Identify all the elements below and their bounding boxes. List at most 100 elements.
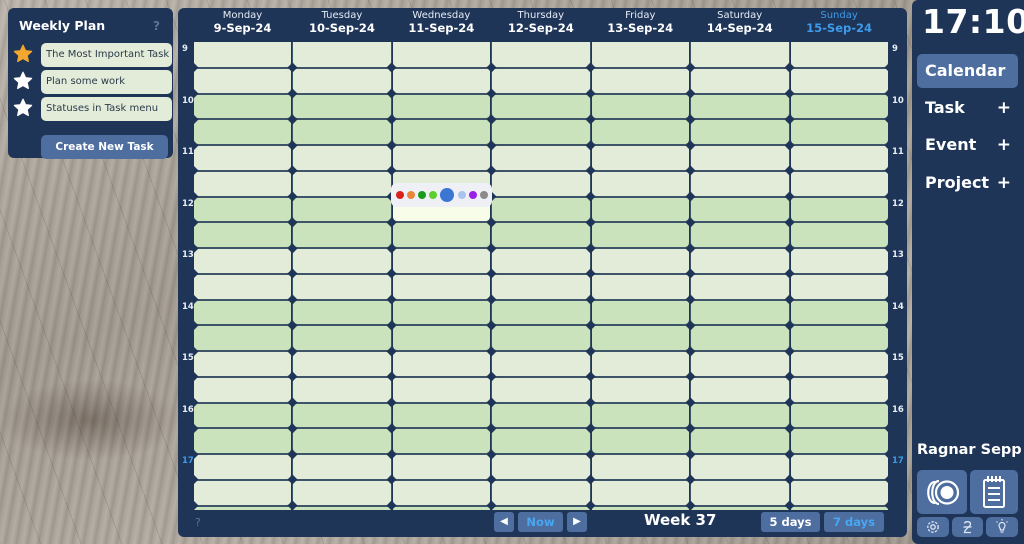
- star-icon[interactable]: [13, 98, 33, 118]
- time-slot[interactable]: [790, 197, 888, 222]
- time-slot[interactable]: [591, 223, 690, 247]
- time-slot[interactable]: [790, 480, 888, 505]
- time-slot[interactable]: [591, 146, 690, 170]
- time-slot[interactable]: [691, 146, 789, 170]
- add-event-plus-icon[interactable]: +: [997, 128, 1011, 162]
- time-slot[interactable]: [293, 455, 391, 479]
- time-slot[interactable]: [194, 480, 292, 505]
- coins-button[interactable]: [917, 470, 967, 514]
- time-slot[interactable]: [790, 94, 888, 119]
- view-5-days-button[interactable]: 5 days: [761, 512, 820, 532]
- time-slot[interactable]: [392, 120, 491, 144]
- time-slot[interactable]: [591, 480, 690, 505]
- time-slot[interactable]: [492, 197, 590, 222]
- menu-item-event[interactable]: Event +: [917, 128, 1018, 162]
- time-slot[interactable]: [790, 223, 888, 247]
- time-slot[interactable]: [194, 223, 292, 247]
- weekly-task-label[interactable]: Plan some work: [41, 70, 172, 94]
- time-slot[interactable]: [392, 506, 491, 510]
- time-slot[interactable]: [492, 480, 590, 505]
- time-slot[interactable]: [691, 429, 789, 453]
- time-slot[interactable]: [194, 249, 292, 273]
- time-slot[interactable]: [691, 506, 789, 510]
- time-slot[interactable]: [691, 300, 789, 325]
- day-header-friday[interactable]: Friday 13-Sep-24: [591, 10, 690, 35]
- view-7-days-button[interactable]: 7 days: [824, 512, 884, 532]
- time-slot[interactable]: [194, 171, 292, 196]
- time-slot[interactable]: [194, 377, 292, 402]
- day-header-tuesday[interactable]: Tuesday 10-Sep-24: [292, 10, 391, 35]
- time-slot[interactable]: [591, 352, 690, 376]
- time-slot[interactable]: [194, 429, 292, 453]
- time-slot[interactable]: [293, 146, 391, 170]
- time-slot[interactable]: [691, 94, 789, 119]
- time-slot[interactable]: [790, 146, 888, 170]
- weekly-task-label[interactable]: Statuses in Task menu: [41, 97, 172, 121]
- time-slot[interactable]: [392, 300, 491, 325]
- weekly-plan-help-button[interactable]: ?: [153, 19, 160, 33]
- time-slot[interactable]: [293, 352, 391, 376]
- time-slot[interactable]: [293, 480, 391, 505]
- weekly-task-item[interactable]: Plan some work: [13, 70, 172, 94]
- color-swatch[interactable]: [396, 191, 404, 199]
- time-slot[interactable]: [790, 326, 888, 350]
- time-slot[interactable]: [392, 94, 491, 119]
- time-slot[interactable]: [194, 94, 292, 119]
- time-slot[interactable]: [293, 300, 391, 325]
- weekly-task-item[interactable]: The Most Important Task: [13, 43, 172, 67]
- time-slot[interactable]: [492, 94, 590, 119]
- time-slot[interactable]: [591, 68, 690, 93]
- time-slot[interactable]: [591, 377, 690, 402]
- time-slot[interactable]: [293, 377, 391, 402]
- time-slot[interactable]: [392, 42, 491, 67]
- time-slot[interactable]: [591, 429, 690, 453]
- color-swatch[interactable]: [429, 191, 437, 199]
- time-slot[interactable]: [492, 326, 590, 350]
- time-slot[interactable]: [691, 68, 789, 93]
- previous-week-button[interactable]: ◀: [494, 512, 514, 532]
- time-slot[interactable]: [194, 68, 292, 93]
- add-task-plus-icon[interactable]: +: [997, 91, 1011, 125]
- time-slot[interactable]: [194, 300, 292, 325]
- time-slot[interactable]: [392, 68, 491, 93]
- time-slot[interactable]: [492, 42, 590, 67]
- time-slot[interactable]: [293, 171, 391, 196]
- time-slot[interactable]: [691, 120, 789, 144]
- notepad-button[interactable]: [970, 470, 1018, 514]
- time-slot[interactable]: [591, 506, 690, 510]
- time-slot[interactable]: [392, 403, 491, 428]
- menu-item-task[interactable]: Task +: [917, 91, 1018, 125]
- color-swatch[interactable]: [480, 191, 488, 199]
- color-swatch[interactable]: [458, 191, 466, 199]
- time-slot[interactable]: [591, 120, 690, 144]
- time-slot[interactable]: [293, 42, 391, 67]
- next-week-button[interactable]: ▶: [567, 512, 587, 532]
- time-slot[interactable]: [691, 352, 789, 376]
- time-slot[interactable]: [492, 429, 590, 453]
- day-header-thursday[interactable]: Thursday 12-Sep-24: [491, 10, 590, 35]
- color-swatch[interactable]: [440, 188, 454, 202]
- time-slot[interactable]: [591, 249, 690, 273]
- time-slot[interactable]: [293, 94, 391, 119]
- time-slot[interactable]: [591, 300, 690, 325]
- time-slot[interactable]: [293, 68, 391, 93]
- now-button[interactable]: Now: [518, 512, 563, 532]
- time-slot[interactable]: [492, 120, 590, 144]
- color-swatch[interactable]: [407, 191, 415, 199]
- time-slot[interactable]: [293, 274, 391, 299]
- time-slot[interactable]: [691, 249, 789, 273]
- time-slot[interactable]: [790, 171, 888, 196]
- color-swatch[interactable]: [418, 191, 426, 199]
- time-slot[interactable]: [392, 274, 491, 299]
- time-slot[interactable]: [790, 249, 888, 273]
- time-slot[interactable]: [591, 326, 690, 350]
- calendar-grid[interactable]: [193, 42, 889, 510]
- time-slot[interactable]: [392, 352, 491, 376]
- star-icon[interactable]: [13, 71, 33, 91]
- time-slot[interactable]: [790, 429, 888, 453]
- time-slot[interactable]: [492, 403, 590, 428]
- time-slot[interactable]: [293, 403, 391, 428]
- currency-button[interactable]: [952, 517, 983, 537]
- time-slot[interactable]: [492, 352, 590, 376]
- day-header-sunday[interactable]: Sunday 15-Sep-24: [790, 10, 889, 35]
